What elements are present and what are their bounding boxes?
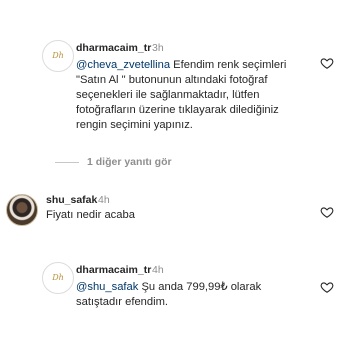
comment-body: @shu_safak Şu anda 799,99₺ olarak satışt… [76,280,326,310]
comment-text-line: rengin seçimini yapınız. [76,119,193,131]
comment-text-line: fotoğrafların üzerine tıklayarak dilediğ… [76,104,279,116]
comment-text-line: satıştadır efendim. [76,296,169,308]
view-replies-label: 1 diğer yanıtı gör [87,156,172,168]
comment-body: @cheva_zvetellina Efendim renk seçimleri… [76,58,326,133]
comment-text-line: Efendim renk seçimleri [170,59,287,71]
comment-body: Fiyatı nedir acaba [46,209,135,221]
comment-mention[interactable]: @shu_safak [76,281,138,293]
heart-outline-icon[interactable] [320,280,334,294]
avatar-shu-safak[interactable] [6,194,38,226]
comment-text-line: seçenekleri ile sağlanmaktadır, lütfen [76,89,260,101]
avatar-dharmacaim[interactable]: Dh [42,40,74,72]
avatar-dharmacaim[interactable]: Dh [42,262,74,294]
comment-username[interactable]: dharmacaim_tr [76,264,151,276]
avatar-logo-text: Dh [52,273,64,282]
comment-time[interactable]: 3h [152,42,164,54]
comment-username[interactable]: dharmacaim_tr [76,42,151,54]
replies-divider [55,161,79,163]
comment-text-line: "Satın Al " butonunun altındaki fotoğraf [76,74,268,86]
view-replies-link[interactable]: 1 diğer yanıtı gör [55,156,172,168]
heart-outline-icon[interactable] [320,205,334,219]
comment-text-line: Şu anda 799,99₺ olarak [138,281,262,293]
comment-mention[interactable]: @cheva_zvetellina [76,59,170,71]
avatar-logo-text: Dh [52,51,64,60]
comment-time[interactable]: 4h [98,194,110,206]
comment-time[interactable]: 4h [152,264,164,276]
comment-username[interactable]: shu_safak [46,194,97,206]
heart-outline-icon[interactable] [320,56,334,70]
